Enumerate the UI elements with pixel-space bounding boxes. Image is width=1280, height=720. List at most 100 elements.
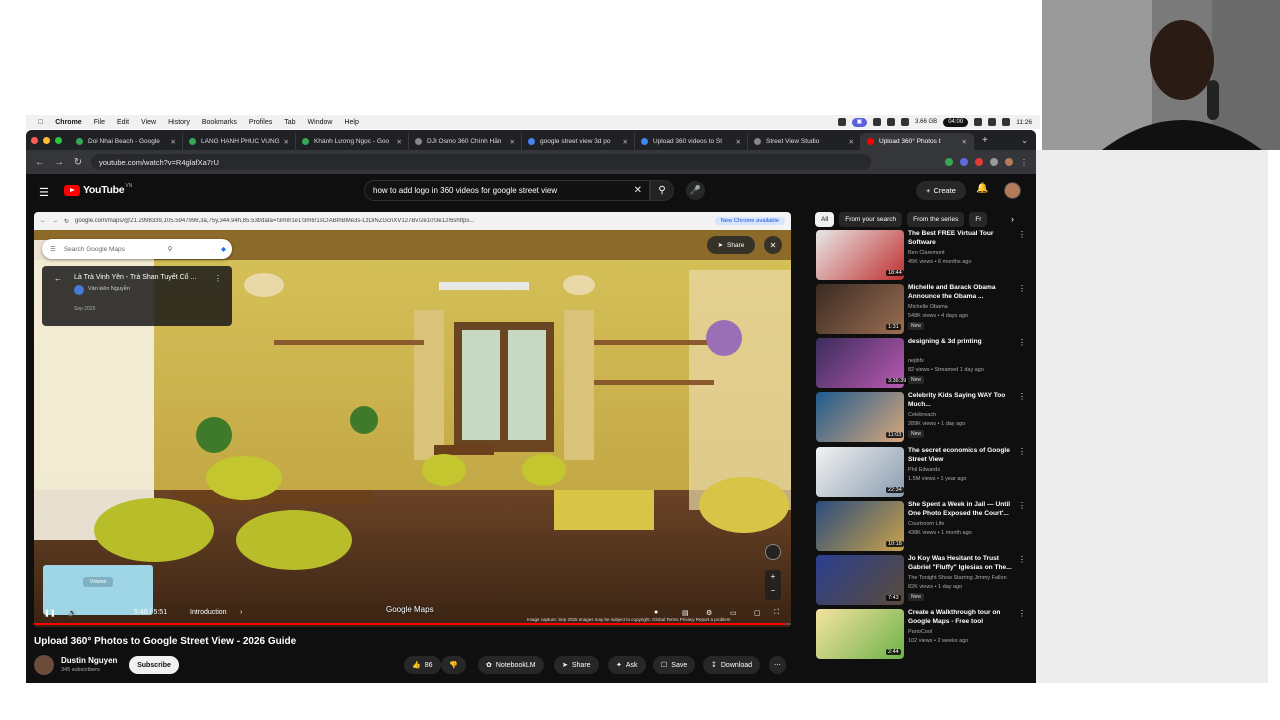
more-options-icon[interactable]: ⋮ [1018,609,1026,618]
profile-icon[interactable] [1005,158,1013,166]
close-tab-icon[interactable]: ✕ [623,138,628,146]
video-title[interactable]: Create a Walkthrough tour on Google Maps… [908,609,1018,626]
menu-view[interactable]: View [141,119,156,126]
channel-avatar[interactable] [34,655,54,675]
browser-tab[interactable]: Upload 360° Photos t ✕ [861,133,974,150]
menu-profiles[interactable]: Profiles [249,119,272,126]
close-window-button[interactable] [31,136,38,144]
maps-menu-icon[interactable]: ☰ [50,245,56,253]
close-tab-icon[interactable]: ✕ [849,138,854,146]
video-channel[interactable]: nejibfx [908,358,924,364]
menu-file[interactable]: File [94,119,105,126]
ask-button[interactable]: ✦ Ask [608,656,646,674]
url-field[interactable]: youtube.com/watch?v=R4glafXa7rU [91,154,871,170]
pause-icon[interactable]: ❚❚ [44,609,56,617]
recommended-video[interactable]: 2:44 Create a Walkthrough tour on Google … [816,609,1026,659]
maps-search-input[interactable]: ☰ Search Google Maps ⚲ ◆ [42,239,232,259]
extension-icon[interactable] [945,158,953,166]
back-arrow-icon[interactable]: ← [54,274,62,283]
chevron-right-icon[interactable]: › [1011,214,1014,224]
miniplayer-icon[interactable]: ▭ [730,609,737,617]
chapter-label[interactable]: Introduction [190,609,227,616]
recommended-video[interactable]: 22:34 The secret economics of Google Stre… [816,447,1026,497]
video-title[interactable]: Jo Koy Was Hesitant to Trust Gabriel "Fl… [908,555,1018,572]
browser-tab[interactable]: Doi Nhai Beach - Google ✕ [70,133,183,150]
create-button[interactable]: + Create [916,181,966,200]
extension-icon[interactable] [975,158,983,166]
pano-share-button[interactable]: ➤ Share [707,236,755,254]
clear-search-icon[interactable]: ✕ [634,185,642,196]
recommended-video[interactable]: 1:31 Michelle and Barack Obama Announce t… [816,284,1026,334]
control-center-icon[interactable] [1002,118,1011,126]
settings-icon[interactable]: ⚙ [706,609,712,617]
video-title[interactable]: Michelle and Barack Obama Announce the O… [908,284,1018,301]
video-player[interactable]: ← → ↻ google.com/maps/@21.2998339,105.59… [34,212,791,627]
video-title[interactable]: Celebrity Kids Saying WAY Too Much... [908,392,1018,409]
status-app-icon[interactable] [837,118,846,126]
tab-search-icon[interactable]: ⌄ [1021,136,1028,145]
close-tab-icon[interactable]: ✕ [397,138,402,146]
notifications-icon[interactable]: 🔔 [976,183,988,194]
menu-edit[interactable]: Edit [117,119,129,126]
reload-icon[interactable]: ↻ [73,157,83,168]
timer-badge[interactable]: 04:00 [943,117,969,127]
more-actions-button[interactable]: ⋯ [769,656,786,674]
chevron-right-icon[interactable]: › [240,609,242,616]
close-tab-icon[interactable]: ✕ [510,138,515,146]
menu-bookmarks[interactable]: Bookmarks [202,119,237,126]
minimize-window-button[interactable] [43,136,50,144]
settings-icon[interactable] [901,118,910,126]
forward-icon[interactable]: → [54,157,64,168]
close-tab-icon[interactable]: ✕ [736,138,741,146]
menu-help[interactable]: Help [344,119,358,126]
account-avatar[interactable] [1004,182,1021,199]
subtitles-icon[interactable]: ▤ [682,609,689,617]
menu-window[interactable]: Window [308,119,333,126]
more-options-icon[interactable]: ⋮ [1018,555,1026,564]
puzzle-icon[interactable] [990,158,998,166]
close-tab-icon[interactable]: ✕ [962,138,967,146]
video-channel[interactable]: Courtroom Life [908,521,944,527]
search-button[interactable]: ⚲ [650,180,674,201]
recommended-video[interactable]: 10:18 She Spent a Week in Jail — Until On… [816,501,1026,551]
menu-icon[interactable]: ☰ [39,186,49,199]
browser-tab[interactable]: google street view 3d po ✕ [522,133,635,150]
recommended-video[interactable]: 7:43 Jo Koy Was Hesitant to Trust Gabriel… [816,555,1026,605]
compass-icon[interactable] [765,544,781,560]
wifi-icon[interactable] [887,118,896,126]
more-options-icon[interactable]: ⋮ [1018,338,1026,347]
recommended-video[interactable]: 18:44 The Best FREE Virtual Tour Software… [816,230,1026,280]
notebooklm-button[interactable]: ✿ NotebookLM [478,656,544,674]
autoplay-toggle[interactable]: ● [654,609,658,616]
back-icon[interactable]: ← [35,157,45,168]
progress-bar[interactable] [34,623,791,625]
save-button[interactable]: ☐ Save [653,656,696,674]
video-channel[interactable]: Michelle Obama [908,304,948,310]
more-options-icon[interactable]: ⋮ [1018,447,1026,456]
chip-more[interactable]: Fr [969,212,988,227]
chip-all[interactable]: All [815,212,835,227]
close-tab-icon[interactable]: ✕ [284,138,289,146]
extension-icon[interactable] [960,158,968,166]
more-options-icon[interactable]: ⋮ [1018,392,1026,401]
more-options-icon[interactable]: ⋮ [1018,501,1026,510]
maps-search-icon[interactable]: ⚲ [168,245,173,253]
close-pano-button[interactable]: ✕ [764,236,782,254]
new-tab-button[interactable]: + [982,135,988,146]
chip-from-search[interactable]: From your search [839,212,903,227]
video-channel[interactable]: Ben Claremont [908,250,945,256]
recommended-video[interactable]: 3:36:39 designing & 3d printing nejibfx 82 … [816,338,1026,388]
share-button[interactable]: ➤ Share [554,656,599,674]
recommended-video[interactable]: 11:03 Celebrity Kids Saying WAY Too Much.… [816,392,1026,442]
more-options-icon[interactable]: ⋮ [214,274,222,283]
browser-tab[interactable]: LÀNG HẠNH PHÚC VŨNG ✕ [183,133,296,150]
bluetooth-icon[interactable] [873,118,882,126]
like-button[interactable]: 👍 86 [404,656,441,674]
video-channel[interactable]: Celebreach [908,412,936,418]
video-channel[interactable]: PanoCool [908,629,932,635]
video-title[interactable]: The secret economics of Google Street Vi… [908,447,1018,464]
search-input[interactable]: how to add logo in 360 videos for google… [364,180,650,201]
channel-name[interactable]: Dustin Nguyen [61,656,117,665]
volume-icon[interactable]: 🔊 [68,609,77,617]
video-title[interactable]: She Spent a Week in Jail — Until One Pho… [908,501,1018,518]
